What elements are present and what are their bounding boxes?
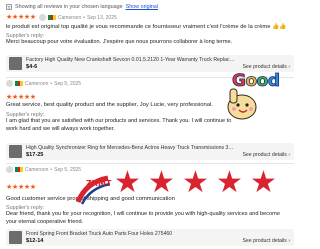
product-card-3[interactable]: Front Spring Front Bracket Truck Auto Pa… <box>6 229 294 246</box>
star-icon: ★ <box>216 166 243 199</box>
chevron-right-icon: › <box>288 238 290 244</box>
avatar <box>38 14 46 21</box>
translation-bar: Showing all reviews in your chosen langu… <box>6 2 158 12</box>
review-text: le produit est original top qualité je v… <box>6 24 287 30</box>
show-original-link[interactable]: Show original <box>126 4 158 10</box>
avatar <box>6 80 13 87</box>
five-star-sticker: ★ ★ ★ ★ ★ <box>88 168 284 202</box>
flag-icon <box>47 14 56 21</box>
flag-icon <box>15 166 24 173</box>
star-icon: ★ <box>148 166 175 199</box>
product-card-1[interactable]: Factory High Quality New Crankshaft Sevc… <box>6 55 294 72</box>
flag-icon <box>15 80 24 87</box>
star-icon: ★ <box>114 166 141 199</box>
divider <box>6 163 294 164</box>
reviewer-country: Cameroon <box>57 14 82 21</box>
product-thumbnail <box>9 145 22 158</box>
translation-notice: Showing all reviews in your chosen langu… <box>15 4 123 10</box>
review-date: Sep 13, 2025 <box>87 14 117 21</box>
chevron-right-icon: › <box>288 64 290 70</box>
star-rating: ★★★★★ <box>6 14 36 21</box>
good-sticker: Good <box>222 71 294 121</box>
product-price: $17-25 <box>26 152 44 158</box>
see-product-details-link[interactable]: See product details › <box>242 238 290 244</box>
thumbs-up-character-icon <box>227 88 257 120</box>
product-price: $12-14 <box>26 238 44 244</box>
supplier-reply-text: Dear friend, thank you for your recognit… <box>6 211 280 225</box>
product-title: High Quality Synchronizer Ring for Merce… <box>26 145 236 151</box>
product-thumbnail <box>9 57 22 70</box>
see-product-details-label: See product details <box>242 238 287 244</box>
translate-icon <box>6 4 12 10</box>
chevron-right-icon: › <box>288 152 290 158</box>
supplier-reply-text: I am glad that you are satisfied with ou… <box>6 118 232 132</box>
see-product-details-link[interactable]: See product details › <box>242 152 290 158</box>
reviewer-country: Cameroon <box>25 166 49 173</box>
product-thumbnail <box>9 231 22 244</box>
review-date: Sep 5, 2025 <box>54 80 82 87</box>
see-product-details-label: See product details <box>242 152 287 158</box>
see-product-details-label: See product details <box>242 64 287 70</box>
supplier-reply-text: Merci beaucoup pour votre évaluation. J'… <box>6 39 233 46</box>
star-icon: ★ <box>182 166 209 199</box>
good-letter: d <box>267 71 280 92</box>
see-product-details-link[interactable]: See product details › <box>242 64 290 70</box>
product-card-2[interactable]: High Quality Synchronizer Ring for Merce… <box>6 143 294 160</box>
product-title: Front Spring Front Bracket Truck Auto Pa… <box>26 231 173 237</box>
star-icon: ★ <box>250 166 277 199</box>
product-price: $4-6 <box>26 64 38 70</box>
avatar <box>6 166 13 173</box>
product-title: Factory High Quality New Crankshaft Sevc… <box>26 57 236 63</box>
review-meta: ★★★★★ Cameroon • Sep 13, 2025 <box>6 14 117 21</box>
review-1: ★★★★★ Cameroon • Sep 13, 2025 le produit… <box>6 13 294 47</box>
reviewer-country: Cameroon <box>25 80 49 87</box>
